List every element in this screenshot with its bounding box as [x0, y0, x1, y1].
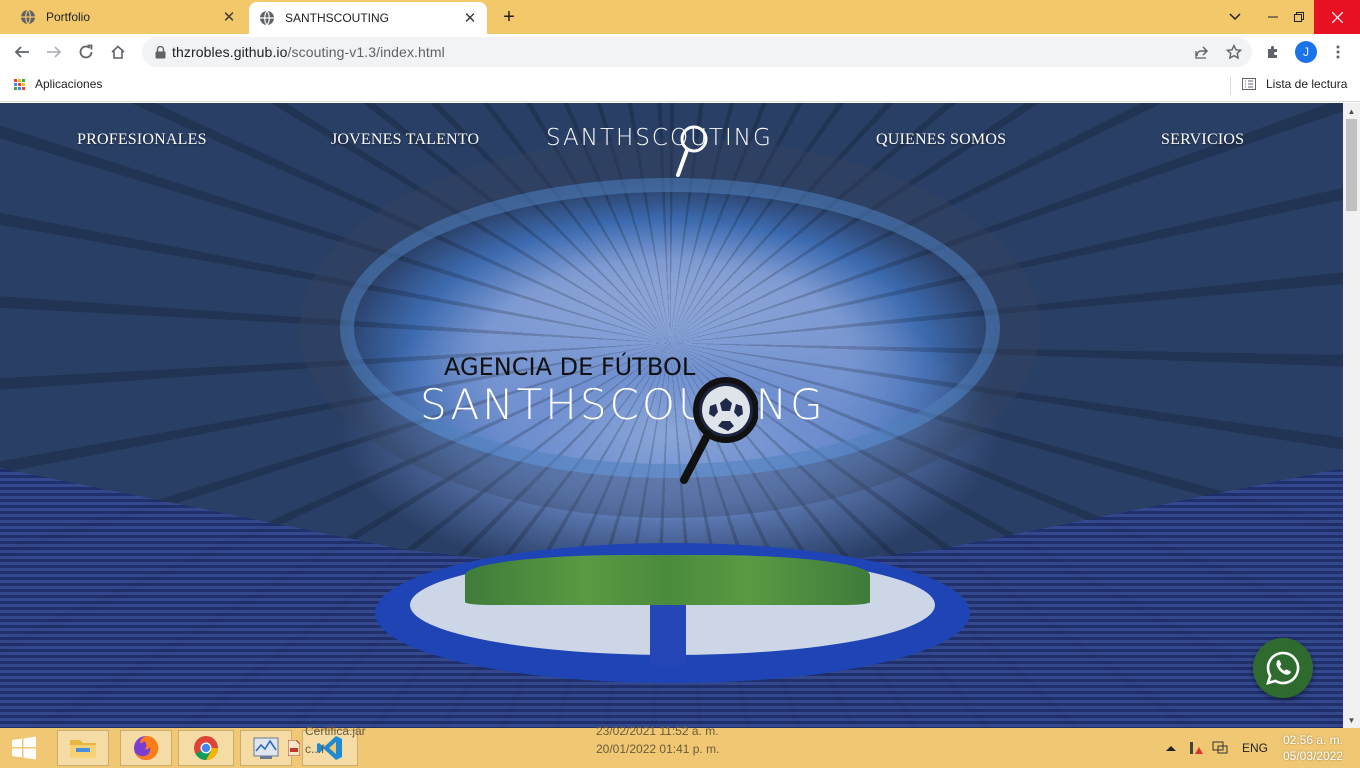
profile-avatar[interactable]: J [1295, 41, 1317, 63]
apps-grid-icon [14, 78, 25, 90]
address-bar[interactable]: thzrobles.github.io/scouting-v1.3/index.… [142, 37, 1252, 67]
nav-link-quienes-somos[interactable]: QUIENES SOMOS [876, 131, 1006, 149]
forward-arrow-icon[interactable] [40, 38, 68, 66]
ghost-file-date: 23/02/2021 11:52 a. m. [596, 724, 719, 738]
language-indicator[interactable]: ENG [1242, 728, 1268, 768]
browser-tab-strip: Portfolio ✕ SANTHSCOUTING ✕ + [0, 0, 1360, 34]
network-warning-icon[interactable] [1188, 728, 1204, 768]
restore-button[interactable] [1284, 0, 1314, 34]
menu-kebab-icon[interactable] [1324, 38, 1352, 66]
site-navbar: PROFESIONALES JOVENES TALENTO SANTHSCOUT… [0, 103, 1343, 183]
tab-portfolio[interactable]: Portfolio ✕ [10, 0, 246, 34]
tab-close-icon[interactable]: ✕ [461, 9, 479, 27]
back-arrow-icon[interactable] [8, 38, 36, 66]
nav-logo-wordmark: SANTHSCOUTING [546, 125, 773, 151]
file-explorer-icon[interactable] [57, 730, 109, 766]
task-manager-icon[interactable] [240, 730, 292, 766]
new-tab-button[interactable]: + [497, 5, 521, 29]
ghost-file-date: 20/01/2022 01:41 p. m. [596, 742, 720, 756]
windows-taskbar: Certifica.jar 23/02/2021 11:52 a. m. c..… [0, 724, 1360, 768]
reading-list-button[interactable]: Lista de lectura [1242, 77, 1347, 91]
nav-logo[interactable]: SANTHSCOUTING [546, 123, 802, 178]
windows-start-icon[interactable] [4, 730, 44, 766]
display-icon[interactable] [1212, 728, 1228, 768]
marathon-lane [650, 605, 686, 665]
lock-icon[interactable] [142, 45, 172, 59]
window-close-button[interactable] [1314, 0, 1360, 34]
globe-icon [259, 10, 275, 26]
url-text: thzrobles.github.io/scouting-v1.3/index.… [172, 44, 445, 60]
scroll-up-arrow-icon[interactable]: ▲ [1343, 103, 1360, 119]
bookmarks-bar: Aplicaciones Lista de lectura [0, 70, 1360, 102]
chrome-icon[interactable] [178, 730, 234, 766]
apps-shortcut[interactable]: Aplicaciones [14, 77, 102, 91]
clock-time: 02:56 a. m. [1282, 733, 1344, 747]
tab-search-icon[interactable] [1222, 0, 1248, 34]
scroll-down-arrow-icon[interactable]: ▼ [1343, 712, 1360, 728]
bookmarks-divider [1230, 77, 1231, 95]
home-icon[interactable] [104, 38, 132, 66]
ghost-file-name: c...f [305, 742, 325, 756]
tab-close-icon[interactable]: ✕ [220, 8, 238, 26]
url-host: thzrobles.github.io [172, 44, 288, 60]
hero-logo: AGENCIA DE FÚTBOL SANTHSCOUTING [420, 348, 940, 484]
whatsapp-button[interactable] [1253, 638, 1313, 698]
hero-title: SANTHSCOUTING [420, 380, 826, 429]
nav-link-jovenes-talento[interactable]: JOVENES TALENTO [331, 131, 479, 149]
scrollbar-thumb[interactable] [1346, 119, 1357, 211]
reading-list-icon [1242, 78, 1256, 90]
apps-label: Aplicaciones [35, 77, 103, 91]
reading-list-label: Lista de lectura [1266, 77, 1348, 91]
pdf-file-icon [286, 730, 302, 766]
nav-link-servicios[interactable]: SERVICIOS [1161, 131, 1244, 149]
football-pitch [465, 555, 870, 605]
magnifier-icon [676, 125, 708, 177]
extensions-puzzle-icon[interactable] [1259, 38, 1287, 66]
firefox-icon[interactable] [120, 730, 172, 766]
reload-icon[interactable] [72, 38, 100, 66]
nav-link-profesionales[interactable]: PROFESIONALES [77, 131, 207, 149]
globe-icon [20, 9, 36, 25]
url-path: /scouting-v1.3/index.html [287, 44, 445, 60]
clock-date: 05/03/2022 [1282, 749, 1344, 763]
bookmark-star-icon[interactable] [1220, 38, 1248, 66]
share-icon[interactable] [1188, 38, 1216, 66]
tray-overflow-icon[interactable] [1166, 728, 1176, 768]
browser-toolbar: thzrobles.github.io/scouting-v1.3/index.… [0, 34, 1360, 70]
tab-santhscouting[interactable]: SANTHSCOUTING ✕ [249, 2, 487, 34]
page-scrollbar[interactable]: ▲ ▼ [1343, 103, 1360, 728]
hero-subtitle: AGENCIA DE FÚTBOL [444, 353, 696, 381]
whatsapp-icon [1266, 651, 1300, 685]
page-viewport: PROFESIONALES JOVENES TALENTO SANTHSCOUT… [0, 103, 1343, 728]
taskbar-clock[interactable]: 02:56 a. m. 05/03/2022 [1278, 732, 1348, 764]
magnifier-ball-icon [680, 377, 758, 484]
tab-title: SANTHSCOUTING [285, 11, 390, 25]
ghost-file-name: Certifica.jar [305, 724, 366, 738]
tab-title: Portfolio [46, 10, 91, 24]
